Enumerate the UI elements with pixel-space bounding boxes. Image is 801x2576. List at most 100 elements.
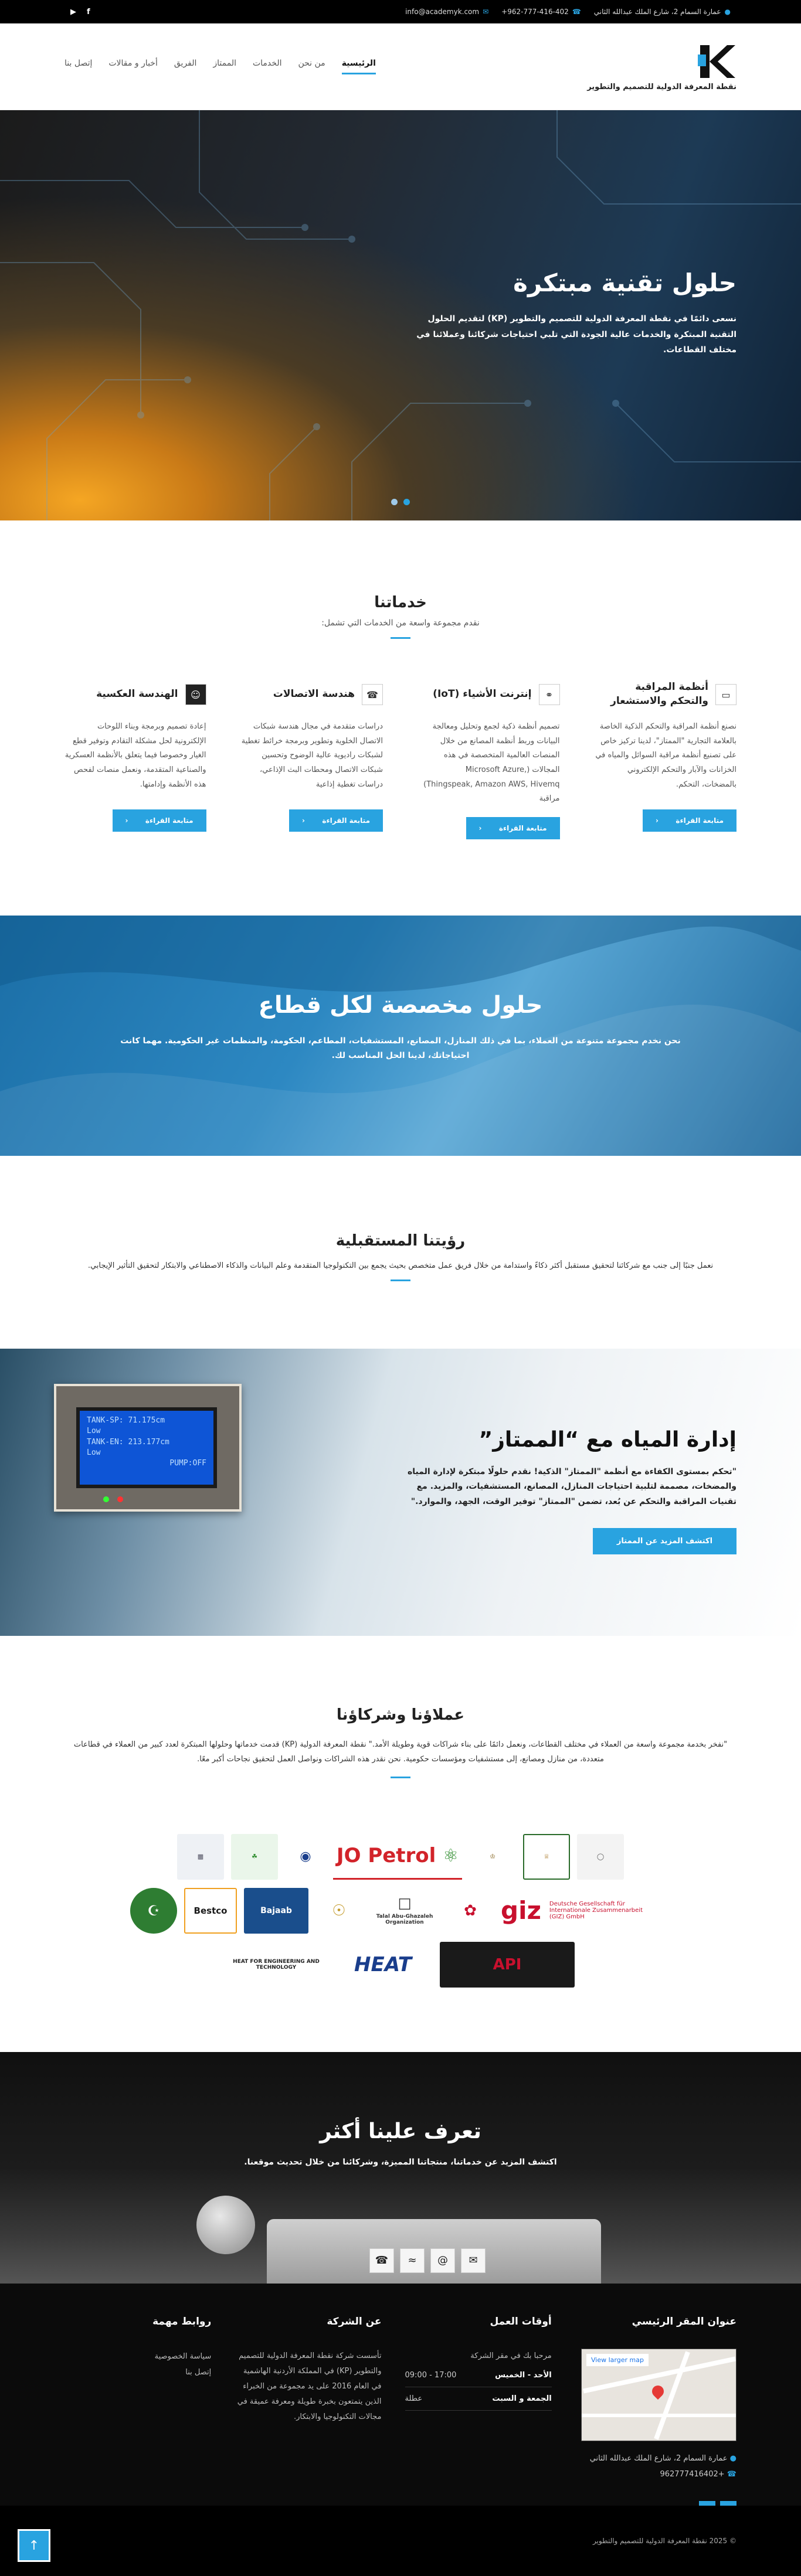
kp-logo-icon[interactable] xyxy=(698,42,736,80)
site-footer: عنوان المقر الرئيسي View larger map ● عم… xyxy=(0,2283,801,2518)
phone-icon: ☎ xyxy=(369,2248,394,2273)
map-pin-icon: ● xyxy=(724,8,731,16)
footer-address: ● عمارة السمام 2، شارع الملك عبدالله الث… xyxy=(589,2454,736,2463)
nav-news[interactable]: أخبار و مقالات xyxy=(108,59,157,74)
mail-icon: ✉ xyxy=(483,8,489,16)
contact-us-link[interactable]: إتصل بنا xyxy=(65,2364,211,2380)
wifi-icon: ≈ xyxy=(400,2248,425,2273)
services-section: خدماتنا نقدم مجموعة واسعة من الخدمات الت… xyxy=(0,520,801,916)
read-more-button[interactable]: متابعة القراءة ‹ xyxy=(643,809,736,832)
slider-dots xyxy=(391,499,410,505)
hero-slider: حلول تقنية مبتكرة نسعى دائمًا في نقطة ال… xyxy=(0,110,801,520)
client-logo: ✿ xyxy=(464,1901,477,1920)
know-text: اكتشف المزيد عن خدماتنا، منتجاتنا المميز… xyxy=(244,2157,557,2167)
facebook-icon[interactable]: f xyxy=(87,8,90,16)
service-card: ⚭ إنترنت الأشياء (IoT) تصميم أنظمة ذكية ل… xyxy=(418,680,560,840)
service-title: هندسة الاتصالات xyxy=(273,688,355,700)
globe-icon: ⚭ xyxy=(538,684,560,705)
led-green-icon xyxy=(103,1496,109,1503)
client-logo: ◉ xyxy=(300,1849,311,1864)
title-underline xyxy=(391,1280,410,1282)
view-larger-map-link[interactable]: View larger map xyxy=(586,2353,649,2366)
client-logos: ◯ ♕ ♔ ⚛ JO Petrol ◉ ☘ ▩ giz Deutsche Ges… xyxy=(65,1833,736,1988)
tag-org-logo: ☐ Talal Abu-Ghazaleh Organization xyxy=(376,1896,433,1925)
footer-phone[interactable]: ☎ +962777416402 xyxy=(575,2466,736,2482)
client-logo: ◯ xyxy=(577,1833,624,1880)
logo-row: ◯ ♕ ♔ ⚛ JO Petrol ◉ ☘ ▩ xyxy=(177,1833,624,1880)
service-title: إنترنت الأشياء (IoT) xyxy=(433,688,532,700)
footer-links-title: روابط مهمة xyxy=(152,2315,212,2327)
footer-about-title: عن الشركة xyxy=(327,2315,382,2327)
heat-logo: HEAT xyxy=(354,1952,412,1976)
service-title: الهندسة العكسية xyxy=(96,688,178,700)
service-text: دراسات متقدمة في مجال هندسة شبكات الاتصا… xyxy=(241,722,383,789)
know-more-section: تعرف علينا أكثر اكتشف المزيد عن خدماتنا،… xyxy=(0,2051,801,2284)
embedded-map[interactable]: View larger map xyxy=(581,2348,736,2441)
client-logo: ☪ xyxy=(130,1887,177,1934)
sectors-banner: حلول مخصصة لكل قطاع نحن نخدم مجموعة متنو… xyxy=(0,916,801,1156)
footer-about-column: عن الشركة تأسست شركة نقطة المعرفة الدولي… xyxy=(235,2315,382,2483)
read-more-button[interactable]: متابعة القراءة ‹ xyxy=(466,817,560,840)
slider-dot-1[interactable] xyxy=(403,499,410,505)
footer-hours-column: أوقات العمل مرحبا بك في مقر الشركة الأحد… xyxy=(405,2316,552,2483)
service-text: إعادة تصميم وبرمجة وبناء اللوحات الإلكتر… xyxy=(65,722,206,789)
back-to-top-button[interactable]: ↑ xyxy=(18,2529,50,2563)
client-logo: ♔ xyxy=(469,1833,516,1880)
brand[interactable]: نقطة المعرفة الدولية للتصميم والتطوير xyxy=(587,42,736,91)
logo-row: API HEAT HEAT FOR ENGINEERING AND TECHNO… xyxy=(226,1941,575,1988)
heat-engineering-logo: HEAT FOR ENGINEERING AND TECHNOLOGY xyxy=(233,1958,320,1971)
top-social: ▶ f xyxy=(70,8,90,16)
nav-mumtaz[interactable]: الممتاز xyxy=(213,59,236,74)
service-card: ▭ أنظمة المراقبة والتحكم والاستشعار نصنع … xyxy=(595,680,736,839)
read-more-button[interactable]: متابعة القراءة ‹ xyxy=(289,809,383,832)
contact-key-icons: ☎ ≈ @ ✉ xyxy=(369,2248,486,2273)
discover-mumtaz-button[interactable]: اكتشف المزيد عن الممتاز xyxy=(593,1527,736,1554)
map-pin-icon: ● xyxy=(729,2454,736,2463)
slider-dot-2[interactable] xyxy=(391,499,398,505)
banner-title: حلول مخصصة لكل قطاع xyxy=(258,992,543,1019)
controller-device-image: TANK-SP: 71.175cm Low TANK-EN: 213.177cm… xyxy=(54,1384,242,1512)
bestco-logo: Bestco xyxy=(184,1887,237,1934)
client-logo: ☉ xyxy=(332,1901,346,1920)
service-card: ☺ الهندسة العكسية إعادة تصميم وبرمجة وبنا… xyxy=(65,680,206,839)
service-card: ☎ هندسة الاتصالات دراسات متقدمة في مجال ه… xyxy=(242,680,383,839)
giz-logo: giz Deutsche Gesellschaft für Internatio… xyxy=(501,1896,643,1925)
hours-note: مرحبا بك في مقر الشركة xyxy=(470,2351,552,2360)
api-logo: API xyxy=(440,1941,575,1988)
hours-row: الجمعة و السبت عطلة xyxy=(405,2387,552,2411)
top-address: ● عمارة السمام 2، شارع الملك عبدالله الثا… xyxy=(593,8,731,16)
clients-description: "نفخر بخدمة مجموعة واسعة من العملاء في م… xyxy=(73,1740,728,1764)
privacy-policy-link[interactable]: سياسة الخصوصية xyxy=(65,2349,212,2364)
copyright-bar: © 2025 نقطة المعرفة الدولية للتصميم والت… xyxy=(0,2506,801,2576)
title-underline xyxy=(391,1776,410,1778)
client-logo: ☘ xyxy=(231,1833,278,1880)
water-section: TANK-SP: 71.175cm Low TANK-EN: 213.177cm… xyxy=(0,1349,801,1636)
banner-text: نحن نخدم مجموعة متنوعة من العملاء، بما ف… xyxy=(120,1036,681,1061)
nav-team[interactable]: الفريق xyxy=(174,59,197,74)
know-title: تعرف علينا أكثر xyxy=(320,2119,481,2143)
read-more-button[interactable]: متابعة القراءة ‹ xyxy=(112,809,206,832)
hero-description: نسعى دائمًا في نقطة المعرفة الدولية للتص… xyxy=(416,314,736,355)
top-contacts: ● عمارة السمام 2، شارع الملك عبدالله الثا… xyxy=(405,8,731,16)
hours-row: الأحد - الخميس 09:00 - 17:00 xyxy=(405,2364,552,2387)
top-email[interactable]: ✉ info@academyk.com xyxy=(405,8,488,16)
vision-section: رؤيتنا المستقبلية نعمل جنبًا إلى جنب مع … xyxy=(0,1156,801,1349)
at-icon: @ xyxy=(430,2248,455,2273)
users-icon: ☺ xyxy=(185,684,206,705)
youtube-icon[interactable]: ▶ xyxy=(70,8,76,16)
top-phone[interactable]: ☎ +962-777-416-402 xyxy=(501,8,581,16)
mouse-image xyxy=(196,2195,255,2254)
map-pin-icon xyxy=(649,2383,667,2400)
nav-contact[interactable]: إتصل بنا xyxy=(65,59,92,74)
title-underline xyxy=(391,637,410,639)
phone-icon: ☎ xyxy=(727,2469,736,2479)
nav-about[interactable]: من نحن xyxy=(298,59,325,74)
phone-icon: ☎ xyxy=(572,8,581,16)
vision-text: نعمل جنبًا إلى جنب مع شركائنا لتحقيق مست… xyxy=(87,1261,714,1271)
hero-title: حلول تقنية مبتكرة xyxy=(513,268,736,297)
hero-text: حلول تقنية مبتكرة نسعى دائمًا في نقطة ال… xyxy=(408,268,736,358)
nav-services[interactable]: الخدمات xyxy=(253,59,282,74)
nav-home[interactable]: الرئيسية xyxy=(341,59,376,74)
top-bar: ● عمارة السمام 2، شارع الملك عبدالله الثا… xyxy=(0,0,801,23)
brand-tagline: نقطة المعرفة الدولية للتصميم والتطوير xyxy=(587,83,736,91)
